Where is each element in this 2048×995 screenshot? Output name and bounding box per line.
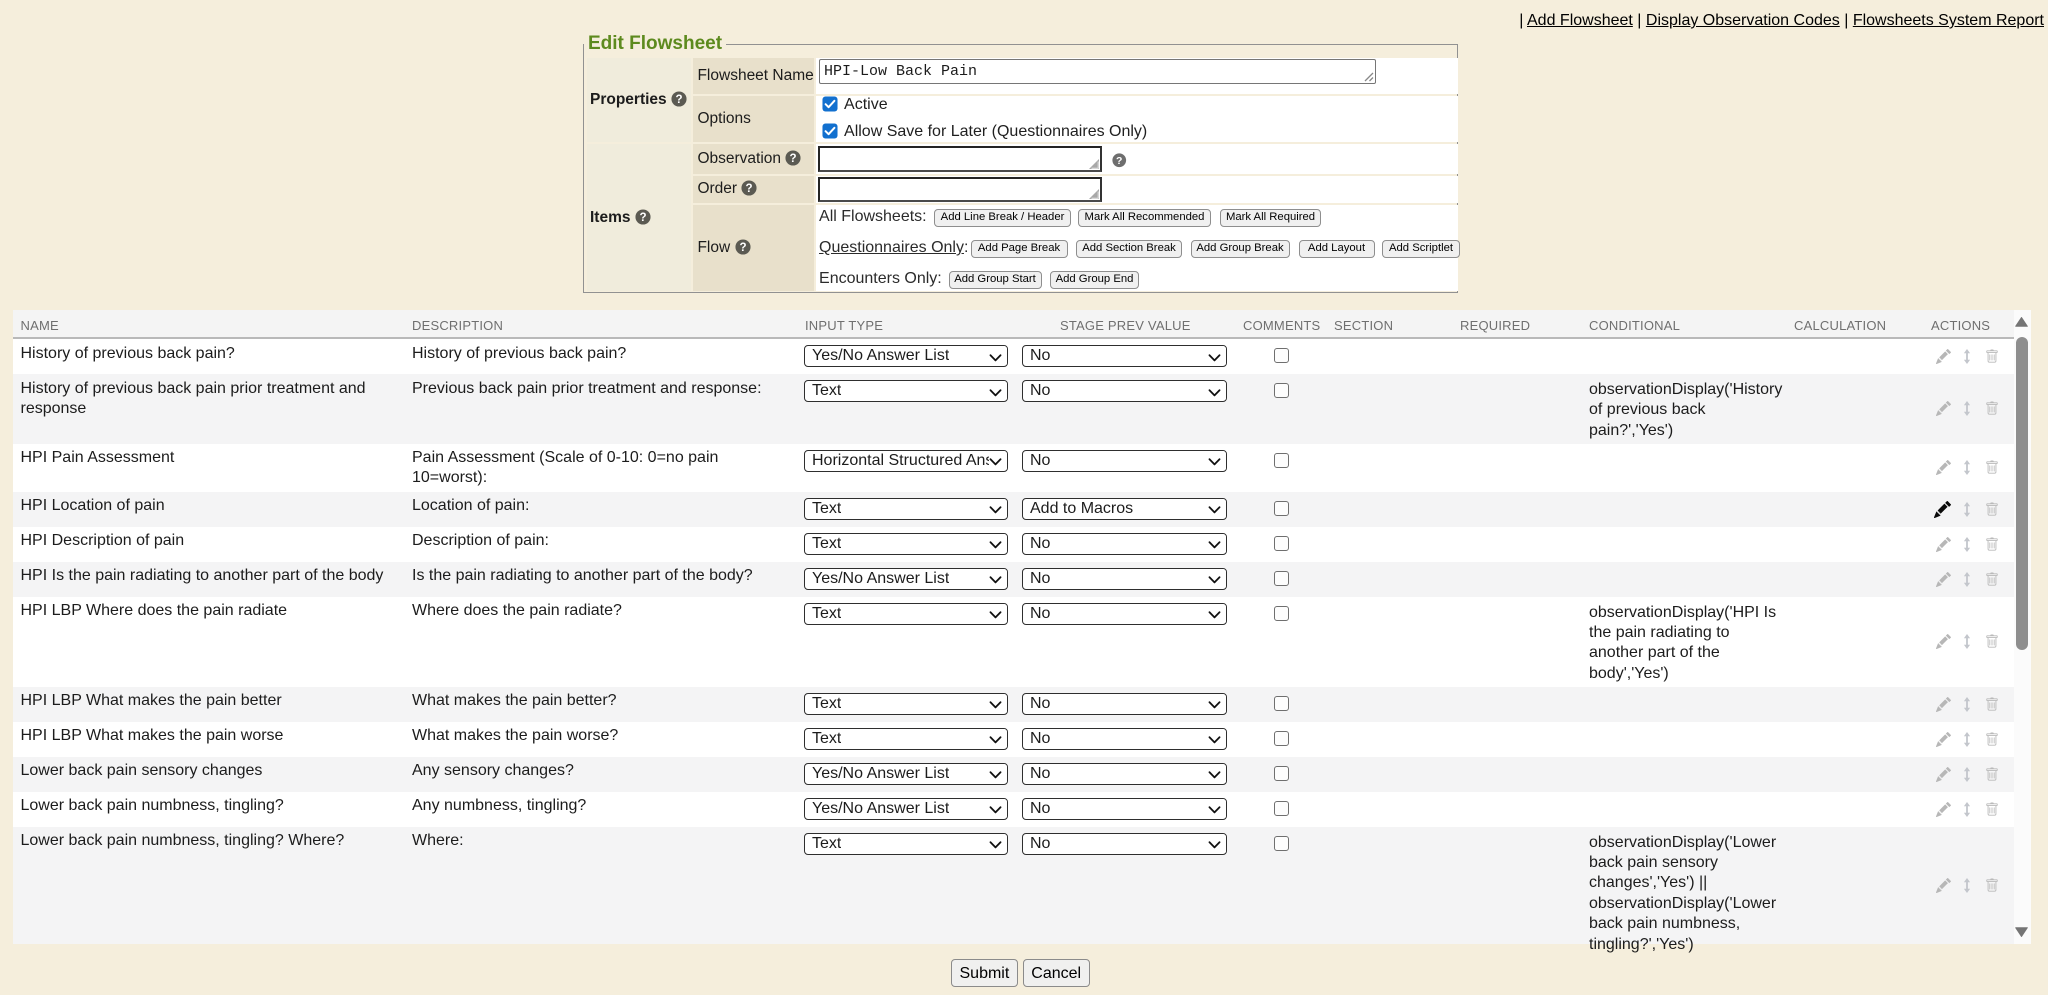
svg-text:?: ? (739, 242, 746, 254)
svg-text:?: ? (1116, 156, 1122, 167)
svg-text:?: ? (675, 94, 682, 106)
svg-text:?: ? (790, 153, 797, 165)
svg-text:?: ? (746, 183, 753, 195)
svg-text:?: ? (639, 212, 646, 224)
